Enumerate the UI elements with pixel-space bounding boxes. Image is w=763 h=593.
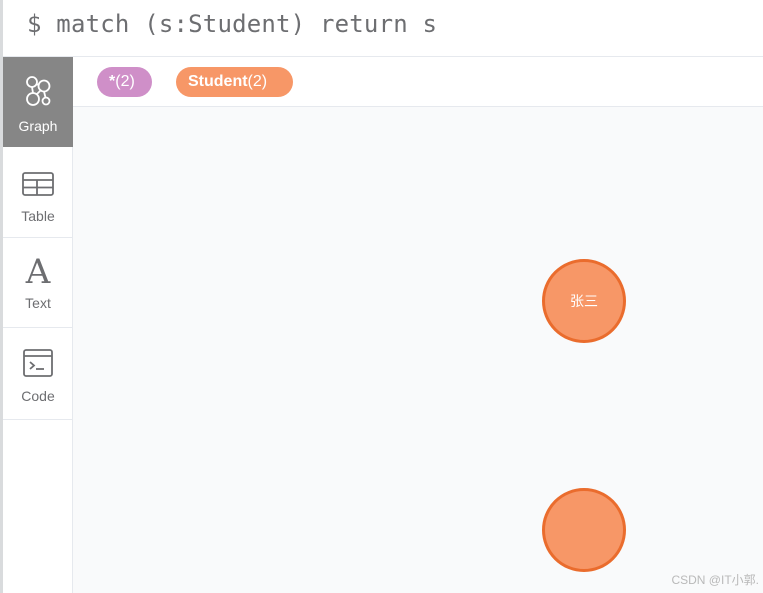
all-nodes-count: (2) bbox=[115, 73, 135, 90]
legend-bar: *(2) Student(2) bbox=[73, 57, 763, 107]
all-nodes-badge[interactable]: *(2) bbox=[97, 67, 152, 97]
graph-node[interactable]: 张三 bbox=[542, 259, 626, 343]
student-label-name: Student bbox=[188, 73, 248, 90]
code-icon bbox=[3, 348, 73, 378]
code-view-button[interactable]: Code bbox=[3, 328, 73, 420]
graph-node[interactable] bbox=[542, 488, 626, 572]
text-view-button[interactable]: A Text bbox=[3, 238, 73, 328]
table-view-button[interactable]: Table bbox=[3, 147, 73, 238]
graph-view-label: Graph bbox=[18, 118, 58, 134]
table-view-label: Table bbox=[21, 208, 55, 224]
graph-view-button[interactable]: Graph bbox=[3, 57, 73, 147]
query-text[interactable]: $ match (s:Student) return s bbox=[27, 10, 437, 38]
student-label-count: (2) bbox=[247, 73, 268, 90]
code-view-label: Code bbox=[21, 388, 55, 404]
view-sidebar: Graph Table A Text Code bbox=[3, 57, 73, 593]
text-view-label: Text bbox=[25, 295, 51, 311]
table-icon bbox=[3, 171, 73, 199]
text-icon: A bbox=[25, 252, 51, 292]
graph-canvas[interactable]: 张三 bbox=[73, 107, 763, 593]
graph-icon bbox=[3, 73, 73, 109]
node-caption: 张三 bbox=[570, 293, 598, 309]
student-label-badge[interactable]: Student(2) bbox=[176, 67, 293, 97]
query-bar[interactable]: $ match (s:Student) return s bbox=[3, 0, 763, 57]
watermark: CSDN @IT小郭. bbox=[671, 573, 759, 587]
